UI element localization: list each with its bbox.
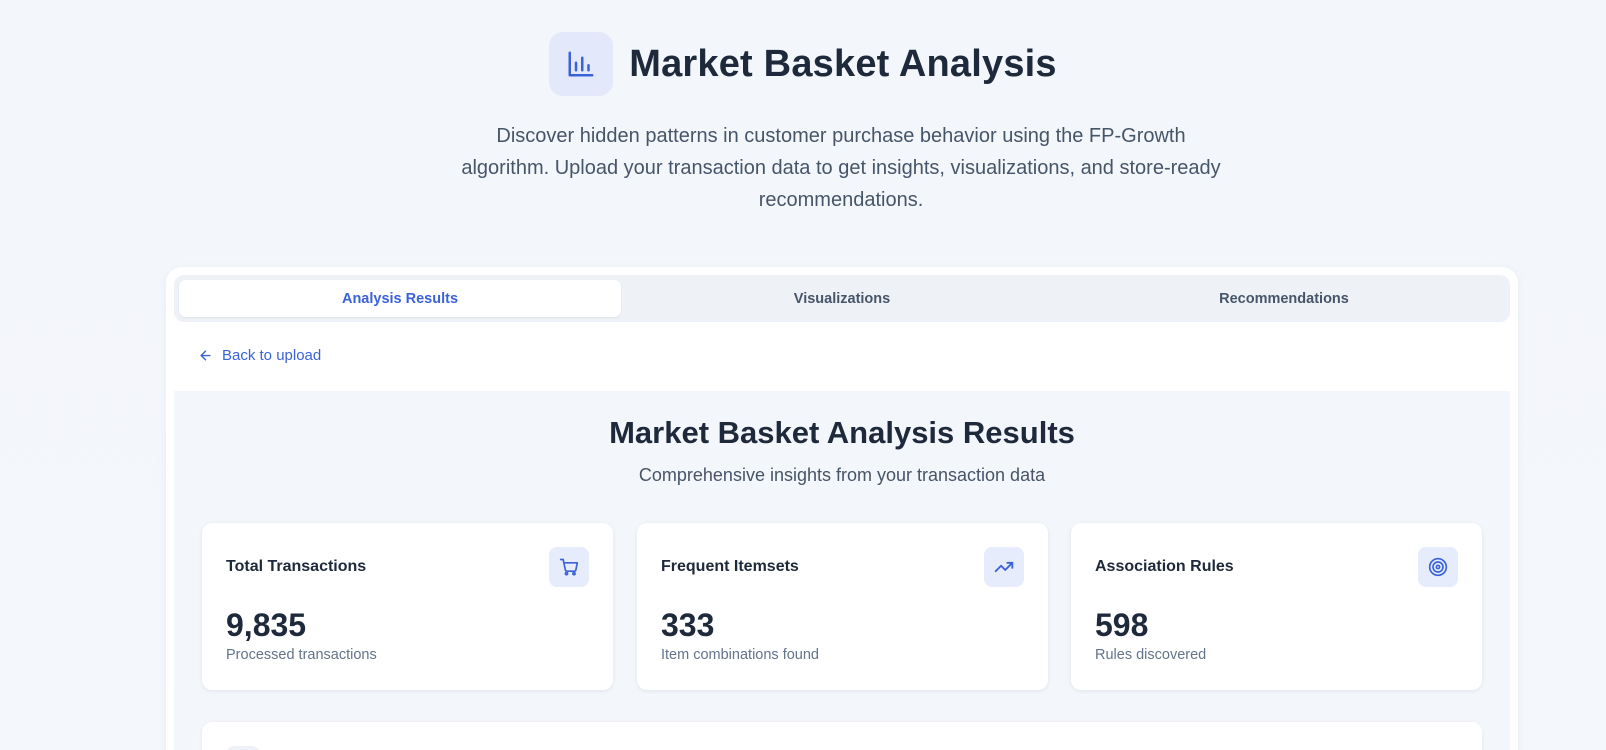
stat-label: Frequent Itemsets — [661, 558, 799, 575]
hero-header: Market Basket Analysis — [0, 32, 1606, 96]
stat-note: Processed transactions — [226, 647, 377, 663]
stat-value: 333 — [661, 607, 715, 643]
tab-bar: Analysis Results Visualizations Recommen… — [174, 275, 1510, 322]
stat-note: Item combinations found — [661, 647, 819, 663]
stat-value: 598 — [1095, 607, 1149, 643]
back-link-label: Back to upload — [222, 347, 322, 364]
stat-label: Total Transactions — [226, 558, 367, 575]
results-section: Market Basket Analysis Results Comprehen… — [174, 391, 1510, 750]
page-title: Market Basket Analysis — [629, 42, 1057, 85]
tab-recommendations[interactable]: Recommendations — [1063, 280, 1505, 317]
trending-up-icon — [984, 547, 1024, 587]
stat-card-total-transactions: Total Transactions 9,835 Processed trans… — [202, 523, 613, 690]
main-panel: Analysis Results Visualizations Recommen… — [166, 267, 1518, 750]
results-title: Market Basket Analysis Results — [609, 415, 1075, 450]
stat-value: 9,835 — [226, 607, 307, 643]
next-section-card — [202, 722, 1482, 750]
stat-label: Association Rules — [1095, 558, 1234, 575]
stat-card-association-rules: Association Rules 598 Rules discovered — [1071, 523, 1482, 690]
shopping-cart-icon — [549, 547, 589, 587]
target-icon — [1418, 547, 1458, 587]
tab-visualizations[interactable]: Visualizations — [621, 280, 1063, 317]
results-subtitle: Comprehensive insights from your transac… — [638, 465, 1046, 485]
arrow-left-icon — [200, 350, 211, 361]
section-icon — [226, 746, 260, 750]
page-description: Discover hidden patterns in customer pur… — [461, 125, 1221, 211]
back-to-upload-link[interactable]: Back to upload — [198, 347, 321, 364]
stat-card-frequent-itemsets: Frequent Itemsets 333 Item combinations … — [637, 523, 1048, 690]
bar-chart-icon — [549, 32, 614, 96]
stat-note: Rules discovered — [1095, 647, 1207, 663]
tab-analysis-results[interactable]: Analysis Results — [179, 280, 621, 317]
